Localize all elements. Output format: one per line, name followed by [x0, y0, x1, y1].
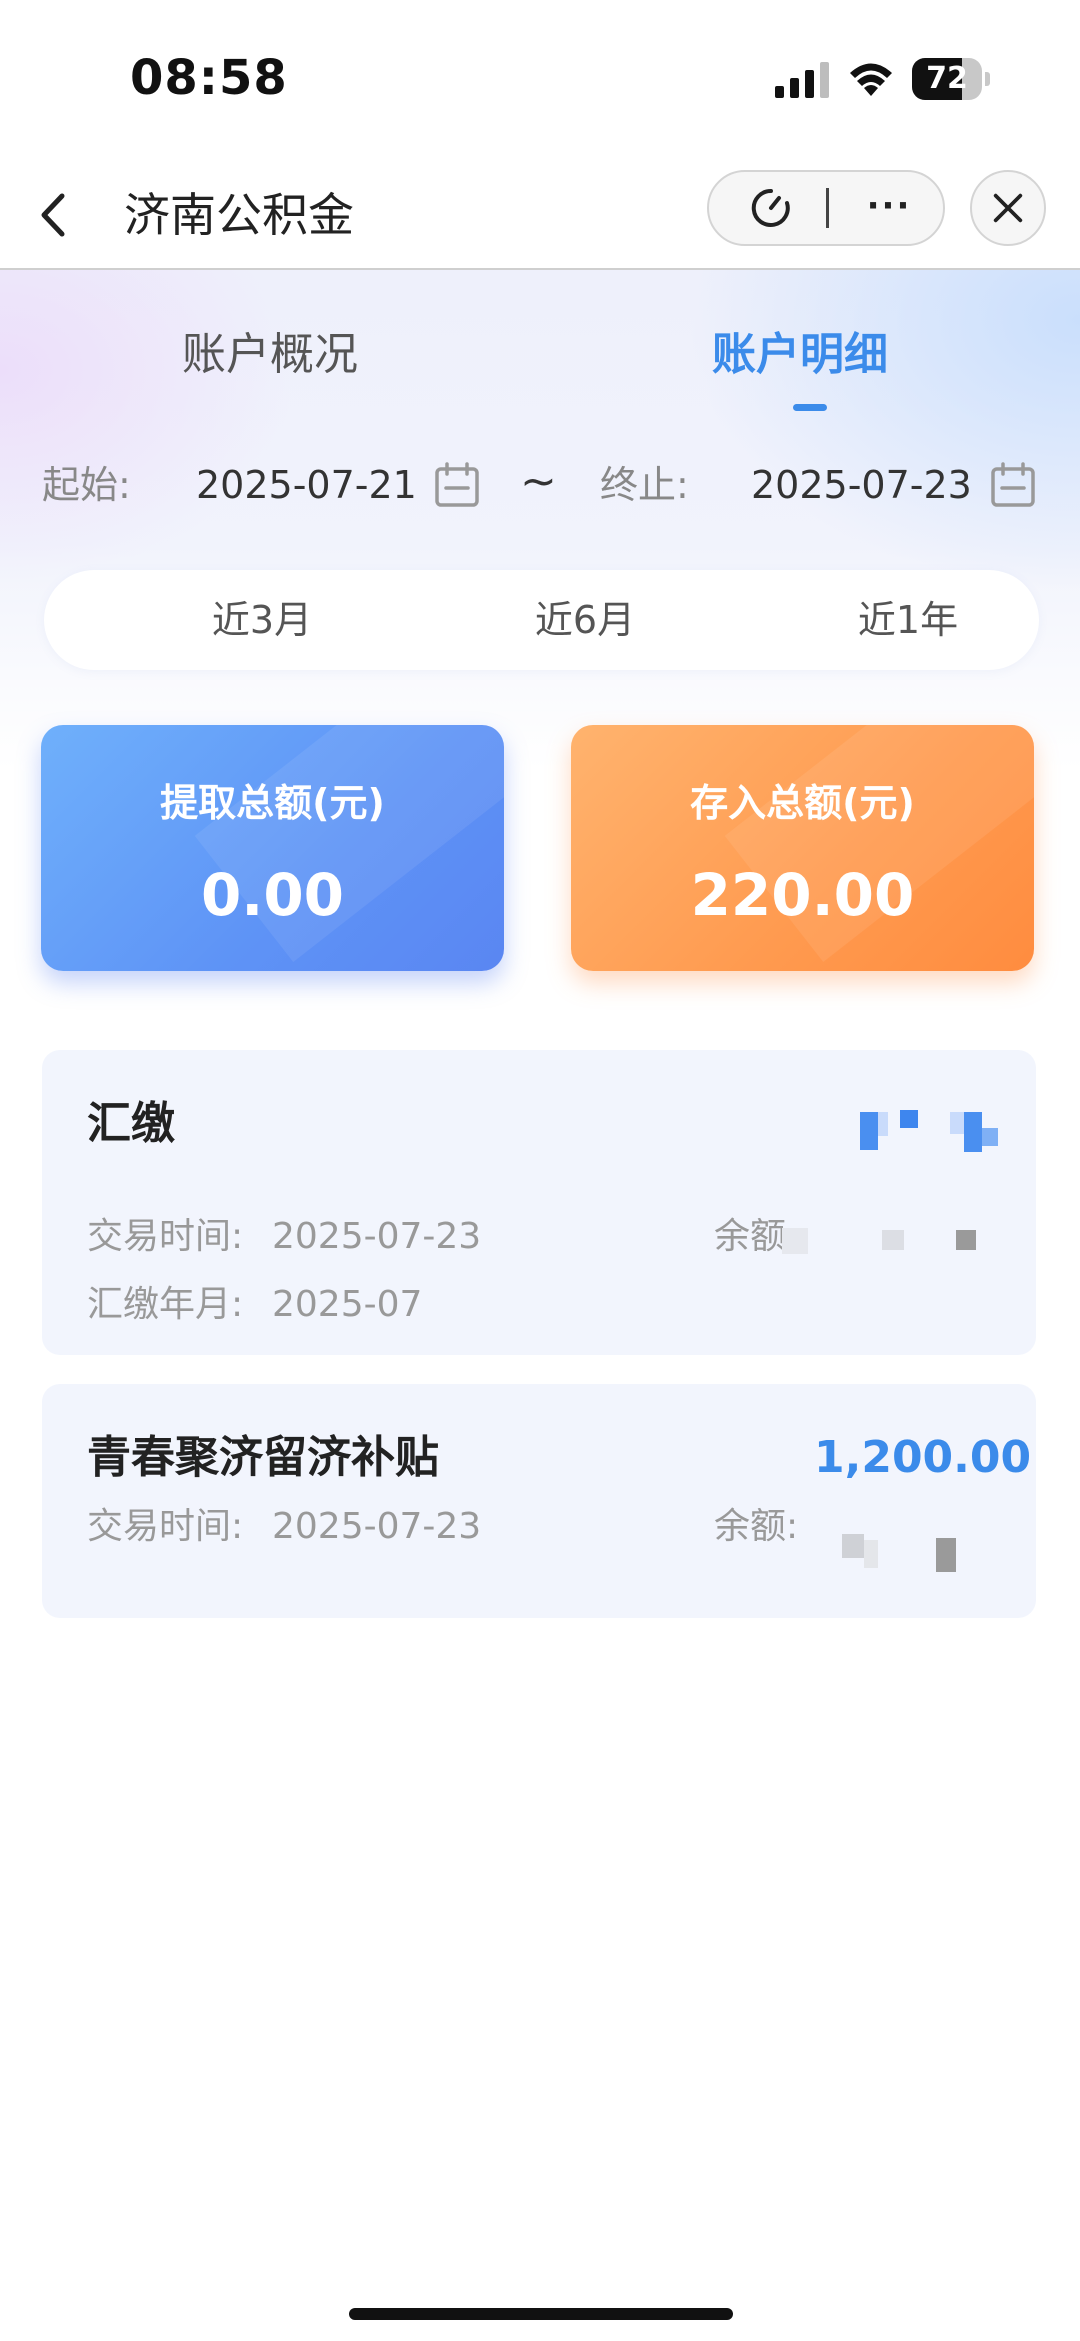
transaction-item[interactable]: 汇缴 交易时间: 2025-07-23 汇缴年月: 2025-07 余额	[42, 1050, 1036, 1355]
page-title: 济南公积金	[124, 188, 354, 242]
range-1-year[interactable]: 近1年	[808, 570, 1008, 670]
back-chevron-icon[interactable]	[30, 182, 80, 248]
cellular-signal-icon	[775, 62, 829, 98]
tab-account-overview[interactable]: 账户概况	[182, 320, 358, 390]
nav-divider	[0, 268, 1080, 270]
transaction-time-label: 交易时间:	[87, 1506, 244, 1547]
active-tab-indicator	[793, 404, 827, 411]
withdraw-total-card: 提取总额(元) 0.00	[41, 725, 504, 971]
home-indicator	[349, 2308, 733, 2320]
range-6-months[interactable]: 近6月	[485, 570, 685, 670]
quick-range-selector: 近3月 近6月 近1年	[44, 570, 1039, 670]
transaction-time-label: 交易时间:	[87, 1216, 244, 1257]
transaction-balance-redacted	[782, 1220, 1012, 1260]
transaction-balance-label: 余额	[714, 1216, 787, 1257]
transaction-amount: 1,200.00	[814, 1432, 1032, 1483]
deposit-total-label: 存入总额(元)	[690, 781, 915, 825]
capsule-divider	[826, 188, 829, 228]
transaction-month-value: 2025-07	[272, 1284, 423, 1325]
date-range-separator: ~	[520, 456, 557, 507]
more-options-icon[interactable]: ···	[859, 186, 919, 230]
tab-account-detail[interactable]: 账户明细	[712, 320, 888, 390]
mini-program-capsule: ···	[707, 170, 945, 246]
transaction-title: 汇缴	[87, 1098, 175, 1149]
start-calendar-icon[interactable]	[434, 462, 480, 508]
transaction-amount-redacted	[860, 1110, 1040, 1170]
end-date-field[interactable]: 2025-07-23	[751, 458, 972, 512]
transaction-time-value: 2025-07-23	[272, 1506, 482, 1547]
battery-level-text: 72	[926, 61, 968, 96]
refresh-icon[interactable]	[749, 186, 793, 230]
battery-icon: 72	[912, 58, 990, 100]
transaction-time-value: 2025-07-23	[272, 1216, 482, 1257]
deposit-total-value: 220.00	[690, 861, 915, 929]
wifi-icon	[850, 63, 892, 96]
end-date-label: 终止:	[600, 463, 689, 507]
deposit-total-card: 存入总额(元) 220.00	[571, 725, 1034, 971]
range-3-months[interactable]: 近3月	[162, 570, 362, 670]
withdraw-total-label: 提取总额(元)	[160, 781, 385, 825]
transaction-month-label: 汇缴年月:	[87, 1284, 244, 1325]
start-date-field[interactable]: 2025-07-21	[196, 458, 417, 512]
transaction-title: 青春聚济留济补贴	[87, 1432, 439, 1483]
start-date-label: 起始:	[42, 463, 131, 507]
transaction-item[interactable]: 青春聚济留济补贴 1,200.00 交易时间: 2025-07-23 余额:	[42, 1384, 1036, 1618]
close-icon[interactable]	[970, 170, 1046, 246]
withdraw-total-value: 0.00	[200, 861, 345, 929]
transaction-balance-label: 余额:	[714, 1506, 799, 1547]
end-calendar-icon[interactable]	[990, 462, 1036, 508]
header-background	[0, 270, 1080, 770]
status-time: 08:58	[130, 50, 288, 106]
transaction-balance-redacted	[842, 1534, 1002, 1574]
nav-bar: 济南公积金 ···	[0, 160, 1080, 270]
